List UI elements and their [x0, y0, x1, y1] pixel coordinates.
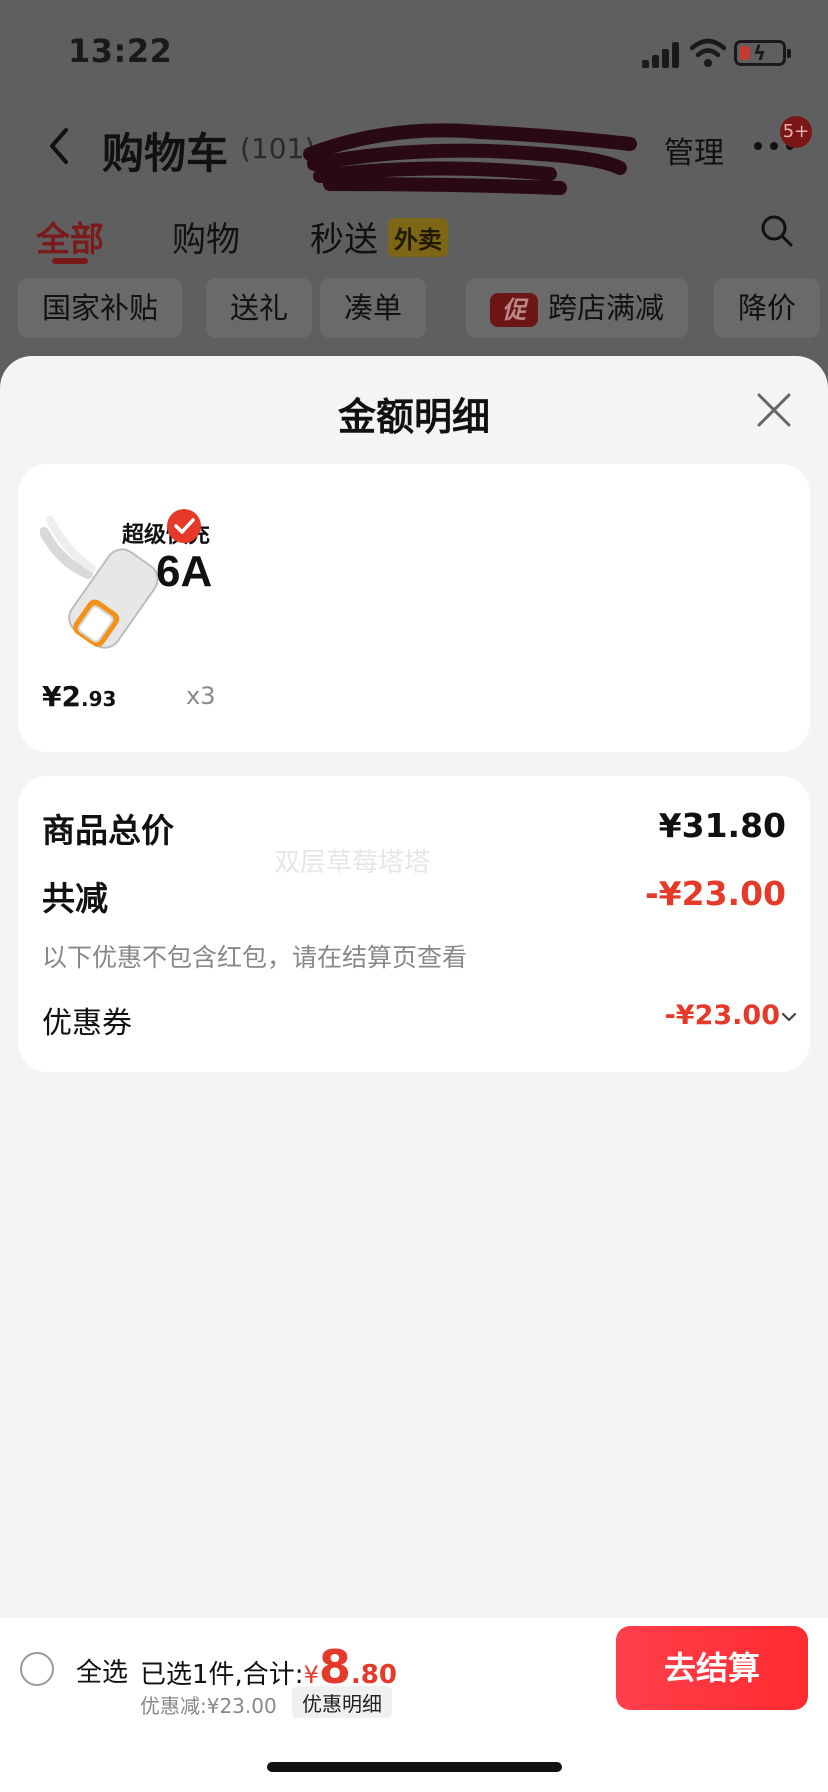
chip-national-subsidy[interactable]: 国家补贴: [18, 278, 183, 338]
redaction-scribble: [303, 123, 637, 195]
battery-icon: ϟ: [734, 40, 791, 66]
product-image[interactable]: 超级快充 6A: [40, 492, 236, 652]
search-icon[interactable]: [760, 214, 794, 248]
product-quantity: x3: [186, 682, 216, 710]
close-icon[interactable]: [756, 392, 792, 428]
price-currency: ¥: [42, 680, 62, 713]
safe-area: [0, 1718, 828, 1792]
checkout-button[interactable]: 去结算: [616, 1626, 808, 1710]
checkout-bar: 全选 已选1件,合计:¥8.80 优惠减:¥23.00 优惠明细 去结算: [0, 1618, 828, 1719]
chip-gift[interactable]: 送礼: [206, 278, 313, 338]
total-reduction-value: -¥23.00: [644, 874, 786, 913]
discount-amount-text: 优惠减:¥23.00: [140, 1694, 277, 1718]
promo-icon: 促: [490, 293, 538, 327]
total-price-value: ¥31.80: [658, 806, 786, 845]
product-image-spec: 6A: [156, 547, 212, 596]
product-card: 超级快充 6A ¥2.93 x3: [18, 464, 810, 752]
chip-label: 送礼: [230, 291, 289, 325]
tab-all[interactable]: 全部: [36, 212, 104, 261]
selected-count-text: 已选1件,合计:: [140, 1660, 304, 1690]
selected-check-icon[interactable]: [166, 508, 202, 544]
tab-bar: 全部 购物 秒送 外卖: [0, 206, 828, 266]
chip-label: 国家补贴: [42, 291, 159, 325]
chip-label: 凑单: [344, 291, 403, 325]
select-all-checkbox[interactable]: [20, 1652, 54, 1686]
total-currency: ¥: [303, 1661, 319, 1689]
chip-label: 降价: [738, 291, 797, 325]
select-all-label[interactable]: 全选: [76, 1652, 128, 1689]
coupon-label: 优惠券: [42, 1006, 132, 1041]
page-title: 购物车: [102, 129, 229, 178]
cellular-signal-icon: [642, 42, 682, 68]
back-arrow-icon[interactable]: [44, 124, 74, 168]
status-time: 13:22: [68, 32, 173, 70]
status-bar: 13:22 ϟ: [0, 0, 828, 100]
chip-label: 跨店满减: [548, 291, 665, 325]
chip-cross-store-discount[interactable]: 促跨店满减: [466, 278, 689, 338]
price-integer: 2: [61, 680, 81, 713]
total-reduction-label: 共减: [42, 879, 108, 918]
takeout-badge: 外卖: [388, 218, 448, 257]
chip-price-drop[interactable]: 降价: [714, 278, 821, 338]
notification-badge: 5+: [780, 116, 812, 148]
total-price-label: 商品总价: [42, 811, 174, 850]
discount-detail-button[interactable]: 优惠明细: [292, 1686, 392, 1719]
chevron-down-icon[interactable]: [780, 1008, 798, 1026]
wifi-icon: [690, 38, 726, 67]
manage-button[interactable]: 管理: [664, 128, 724, 172]
home-indicator[interactable]: [267, 1762, 562, 1772]
tab-shopping[interactable]: 购物: [172, 212, 240, 261]
sheet-title: 金额明细: [337, 395, 490, 439]
watermark-text: 双层草莓塔塔: [274, 848, 431, 878]
coupon-value[interactable]: -¥23.00: [665, 1000, 780, 1031]
chip-bundle[interactable]: 凑单: [320, 278, 427, 338]
amount-detail-sheet: 金额明细 超级快充 6A ¥2.93 x3 商品总价 ¥31.80 双层草莓塔塔…: [0, 356, 828, 1792]
product-price: ¥2.93: [42, 680, 116, 713]
price-decimal: .93: [80, 687, 117, 711]
filter-chips: 国家补贴 送礼 凑单 促跨店满减 降价: [0, 278, 828, 342]
price-detail-card: 商品总价 ¥31.80 双层草莓塔塔 共减 -¥23.00 以下优惠不包含红包，…: [18, 776, 810, 1072]
nav-bar: 购物车 (101) 管理 5+: [0, 110, 828, 195]
discount-note: 以下优惠不包含红包，请在结算页查看: [42, 943, 468, 972]
active-tab-indicator: [52, 258, 88, 264]
tab-express[interactable]: 秒送: [310, 212, 378, 261]
